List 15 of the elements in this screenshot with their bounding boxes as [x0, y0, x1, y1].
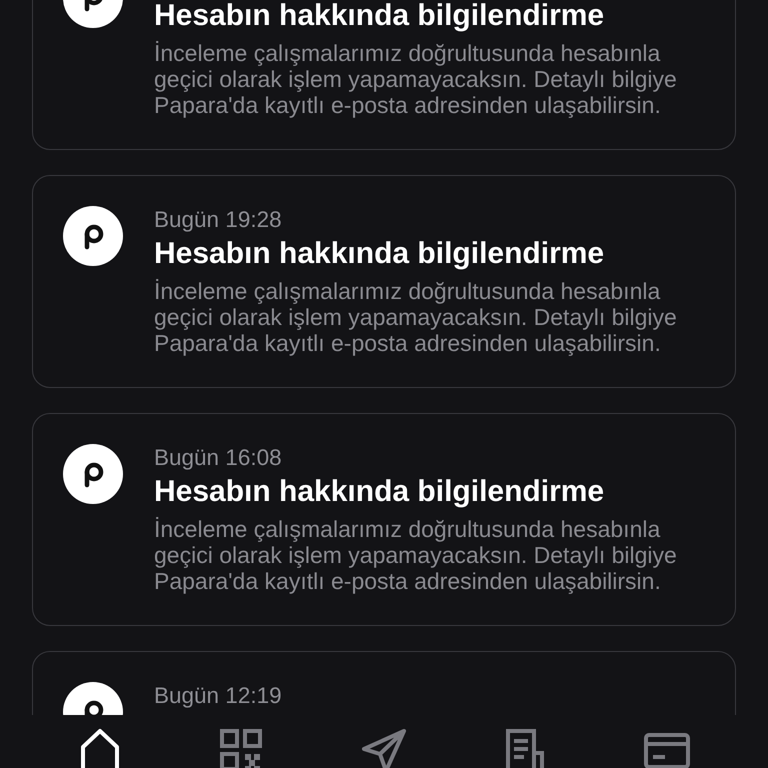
- notification-card[interactable]: Bugün 16:08 Hesabın hakkında bilgilendirme İnceleme çalışmalarımız doğrultusunda hesabınla geçici olarak işlem yapamayacaksın. Detaylı bilgiye Papara'da kayıtlı e-posta adresinden ulaşabilirsin.: [32, 413, 736, 626]
- notification-card[interactable]: Hesabın hakkında bilgilendirme İnceleme çalışmalarımız doğrultusunda hesabınla geçici olarak işlem yapamayacaksın. Detaylı bilgiye Papara'da kayıtlı e-posta adresinden ulaşabilirsin.: [32, 0, 736, 150]
- notification-title: Hesabın hakkında bilgilendirme: [154, 239, 604, 269]
- notification-time: Bugün 16:08: [154, 446, 282, 470]
- notification-time: Bugün 12:19: [154, 684, 282, 708]
- logo-icon: [63, 444, 123, 504]
- notification-body: İnceleme çalışmalarımız doğrultusunda hesabınla geçici olarak işlem yapamayacaksın. Detaylı bilgiye Papara'da kayıtlı e-posta adresinden ulaşabilirsin.: [154, 40, 678, 118]
- notification-card[interactable]: Bugün 19:28 Hesabın hakkında bilgilendirme İnceleme çalışmalarımız doğrultusunda hesabınla geçici olarak işlem yapamayacaksın. Detaylı bilgiye Papara'da kayıtlı e-posta adresinden ulaşabilirsin.: [32, 175, 736, 388]
- notification-body: İnceleme çalışmalarımız doğrultusunda hesabınla geçici olarak işlem yapamayacaksın. Detaylı bilgiye Papara'da kayıtlı e-posta adresinden ulaşabilirsin.: [154, 516, 678, 594]
- notification-time: Bugün 19:28: [154, 208, 282, 232]
- notification-body: İnceleme çalışmalarımız doğrultusunda hesabınla geçici olarak işlem yapamayacaksın. Detaylı bilgiye Papara'da kayıtlı e-posta adresinden ulaşabilirsin.: [154, 278, 678, 356]
- logo-icon: [63, 206, 123, 266]
- paper-plane-icon[interactable]: [360, 727, 408, 768]
- notification-title: Hesabın hakkında bilgilendirme: [154, 477, 604, 507]
- notification-title: Hesabın hakkında bilgilendirme: [154, 1, 604, 31]
